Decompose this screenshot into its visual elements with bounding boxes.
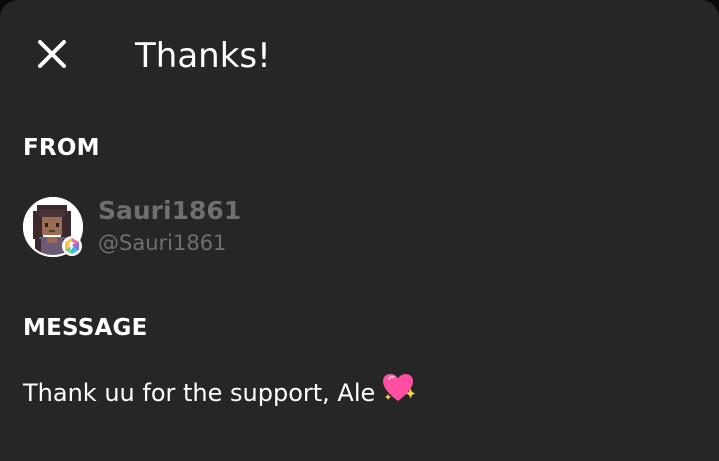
avatar[interactable] (23, 197, 83, 257)
close-icon (38, 40, 66, 68)
message-text: Thank uu for the support, Ale (23, 378, 376, 407)
hexagon-badge-icon (62, 236, 82, 256)
sender-handle[interactable]: @Sauri1861 (98, 228, 241, 258)
sender-names: Sauri1861 @Sauri1861 (98, 196, 241, 258)
sender-info[interactable]: Sauri1861 @Sauri1861 (23, 196, 241, 258)
message-label: MESSAGE (23, 315, 148, 341)
sender-display-name[interactable]: Sauri1861 (98, 196, 241, 226)
message-body: Thank uu for the support, Ale (23, 372, 416, 413)
dialog-title: Thanks! (135, 36, 271, 76)
from-label: FROM (23, 135, 100, 161)
sparkling-heart-icon (381, 372, 416, 413)
thanks-dialog: Thanks! FROM Sauri1861 @Sauri1861 MESSAG… (0, 0, 719, 461)
close-button[interactable] (28, 30, 76, 78)
